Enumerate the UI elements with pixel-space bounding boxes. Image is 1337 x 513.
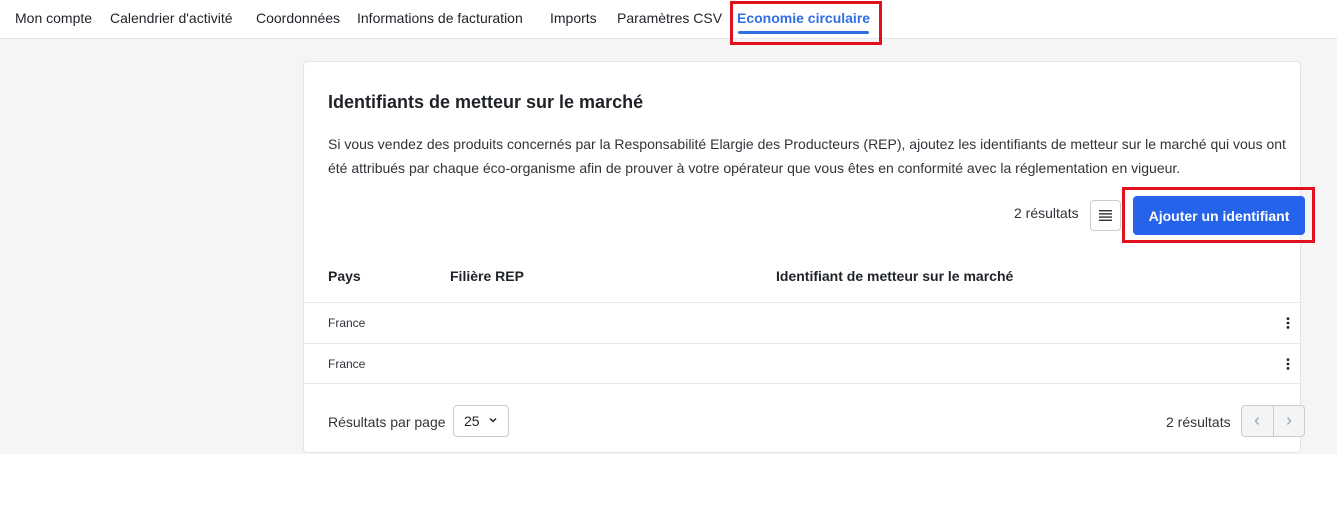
chevron-right-icon — [1286, 417, 1292, 425]
cell-pays: France — [328, 357, 366, 371]
tab-mon-compte[interactable]: Mon compte — [15, 0, 92, 38]
active-tab-indicator — [738, 31, 870, 34]
per-page-select[interactable]: 25 — [453, 405, 509, 437]
tab-economie-circulaire[interactable]: Economie circulaire — [737, 0, 870, 38]
card-title: Identifiants de metteur sur le marché — [328, 92, 644, 112]
list-density-icon — [1099, 210, 1112, 221]
tab-coordonnees[interactable]: Coordonnées — [256, 0, 340, 38]
pagination — [1241, 405, 1305, 437]
tab-informations-facturation[interactable]: Informations de facturation — [357, 0, 523, 38]
add-identifier-button[interactable]: Ajouter un identifiant — [1133, 196, 1305, 235]
card-description: Si vous vendez des produits concernés pa… — [328, 136, 1286, 176]
chevron-down-icon — [489, 417, 497, 423]
table-divider — [304, 383, 1300, 384]
results-count-footer: 2 résultats — [1166, 414, 1231, 430]
cell-pays: France — [328, 316, 366, 330]
next-page-button[interactable] — [1272, 406, 1305, 436]
kebab-menu-icon — [1286, 317, 1290, 329]
row-menu-button[interactable] — [1278, 313, 1298, 333]
rep-identifiers-card: Identifiants de metteur sur le marché Si… — [303, 61, 1305, 453]
tab-calendrier-activite[interactable]: Calendrier d'activité — [110, 0, 233, 38]
table-row: France — [304, 343, 1300, 384]
density-toggle-button[interactable] — [1090, 200, 1121, 231]
per-page-label: Résultats par page — [328, 414, 446, 430]
top-navigation: Mon compte Calendrier d'activité Coordon… — [0, 0, 1337, 39]
results-count: 2 résultats — [1014, 205, 1079, 221]
chevron-left-icon — [1254, 417, 1260, 425]
row-menu-button[interactable] — [1278, 354, 1298, 374]
previous-page-button[interactable] — [1242, 406, 1273, 436]
tab-imports[interactable]: Imports — [550, 0, 597, 38]
column-header-pays: Pays — [328, 268, 361, 284]
kebab-menu-icon — [1286, 358, 1290, 370]
column-header-filiere-rep: Filière REP — [450, 268, 524, 284]
per-page-value: 25 — [464, 413, 480, 429]
column-header-identifiant: Identifiant de metteur sur le marché — [776, 268, 1014, 284]
table-row: France — [304, 302, 1300, 343]
tab-parametres-csv[interactable]: Paramètres CSV — [617, 0, 722, 38]
